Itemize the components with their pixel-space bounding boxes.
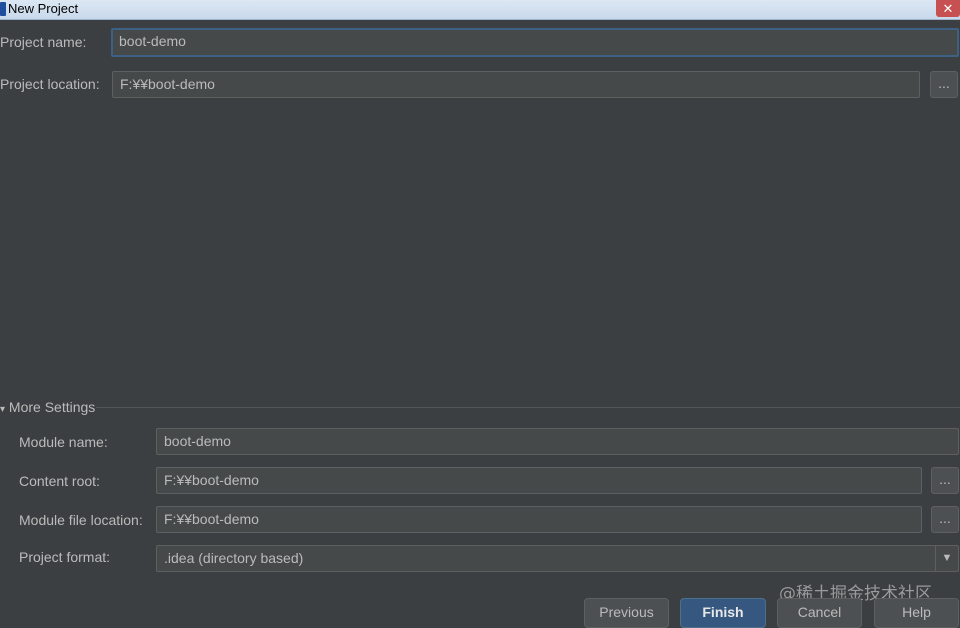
- project-location-input[interactable]: F:¥¥boot-demo: [112, 71, 920, 98]
- module-file-location-input[interactable]: F:¥¥boot-demo: [156, 506, 922, 533]
- collapse-arrow-icon: ▾: [0, 404, 6, 415]
- content-root-label: Content root:: [19, 473, 100, 489]
- project-location-label: Project location:: [0, 76, 100, 92]
- project-format-value: .idea (directory based): [164, 550, 304, 566]
- module-file-location-browse-button[interactable]: ...: [931, 506, 959, 533]
- project-location-browse-button[interactable]: ...: [930, 71, 958, 98]
- title-bar: New Project ✕: [0, 0, 960, 20]
- close-button[interactable]: ✕: [936, 0, 960, 17]
- app-icon: [0, 2, 6, 16]
- dropdown-arrow-icon[interactable]: ▼: [935, 546, 958, 571]
- more-settings-label: More Settings: [8, 399, 96, 415]
- previous-button[interactable]: Previous: [584, 598, 669, 628]
- project-format-select[interactable]: .idea (directory based) ▼: [156, 545, 959, 572]
- module-file-location-label: Module file location:: [19, 512, 143, 528]
- project-name-input[interactable]: boot-demo: [111, 28, 959, 57]
- finish-button[interactable]: Finish: [680, 598, 766, 628]
- project-name-label: Project name:: [0, 34, 87, 50]
- help-button[interactable]: Help: [874, 598, 959, 628]
- content-root-input[interactable]: F:¥¥boot-demo: [156, 467, 922, 494]
- cancel-button[interactable]: Cancel: [777, 598, 862, 628]
- module-name-label: Module name:: [19, 434, 108, 450]
- project-format-label: Project format:: [19, 549, 111, 565]
- module-name-input[interactable]: boot-demo: [156, 428, 959, 455]
- more-settings-toggle[interactable]: ▾ More Settings: [0, 398, 95, 419]
- section-divider: [96, 407, 960, 408]
- content-root-browse-button[interactable]: ...: [931, 467, 959, 494]
- window-title: New Project: [8, 1, 79, 16]
